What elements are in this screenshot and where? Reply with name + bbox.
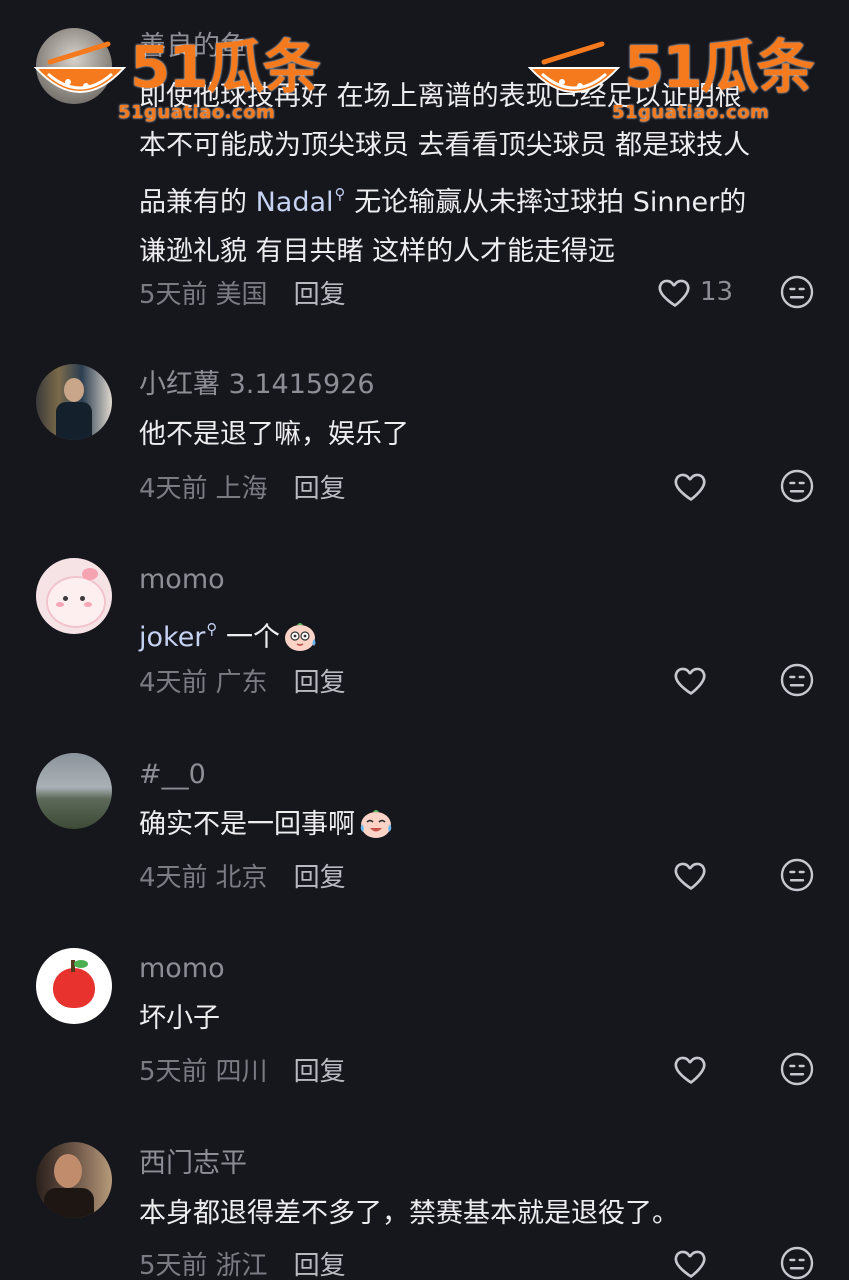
avatar[interactable] — [36, 558, 112, 634]
comment-meta: 5天前 浙江 回复 — [139, 1243, 346, 1280]
reply-button[interactable]: 回复 — [294, 857, 346, 894]
dislike-button[interactable] — [778, 466, 816, 506]
like-button[interactable] — [672, 1243, 710, 1280]
heart-icon — [674, 862, 706, 890]
comment-meta: 5天前 美国 回复 — [139, 272, 346, 312]
comment-time: 4天前 — [139, 473, 208, 504]
like-button[interactable] — [672, 466, 710, 506]
comment-text-tail: 一个 — [217, 622, 280, 653]
comment-line: 品兼有的 — [139, 187, 256, 218]
comment-time: 5天前 — [139, 1056, 208, 1087]
reply-button[interactable]: 回复 — [294, 468, 346, 505]
like-button[interactable]: 13 — [656, 272, 733, 312]
heart-icon — [674, 473, 706, 501]
comment-text: 确实不是一回事啊 — [139, 800, 819, 849]
comment-line: 品兼有的 Nadal⚲ 无论输赢从未摔过球拍 Sinner的 — [139, 170, 819, 227]
comment-location: 四川 — [215, 1056, 268, 1087]
comment-username[interactable]: #__0 — [139, 758, 206, 792]
comment-text: joker⚲ 一个 — [139, 605, 819, 662]
comment-meta: 4天前 广东 回复 — [139, 660, 346, 700]
meh-face-icon — [780, 469, 814, 503]
watermark-url: 51guatiao.com — [118, 102, 276, 123]
watermark-logo: 51瓜条 51guatiao.com — [524, 32, 815, 123]
avatar[interactable] — [36, 364, 112, 440]
watermark-brand: 51瓜条 — [624, 33, 815, 101]
heart-icon — [674, 1250, 706, 1278]
comment-text-main: 确实不是一回事啊 — [139, 809, 355, 840]
dislike-button[interactable] — [778, 1049, 816, 1089]
meh-face-icon — [780, 275, 814, 309]
like-button[interactable] — [672, 660, 710, 700]
mention-link[interactable]: Nadal — [256, 187, 334, 218]
comment-meta: 4天前 上海 回复 — [139, 466, 346, 506]
comment-location: 美国 — [215, 279, 268, 310]
dislike-button[interactable] — [778, 660, 816, 700]
avatar[interactable] — [36, 948, 112, 1024]
sweat-face-emoji — [285, 623, 316, 651]
meh-face-icon — [780, 1052, 814, 1086]
reply-button[interactable]: 回复 — [294, 1051, 346, 1088]
like-count: 13 — [700, 277, 734, 307]
comment-username[interactable]: momo — [139, 563, 225, 597]
comment-location: 浙江 — [215, 1250, 268, 1280]
comment-text: 坏小子 — [139, 1003, 220, 1034]
heart-icon — [674, 1056, 706, 1084]
comment-time: 5天前 — [139, 279, 208, 310]
comment-location: 上海 — [215, 473, 268, 504]
comment-username[interactable]: 西门志平 — [139, 1147, 247, 1181]
melon-icon — [527, 41, 621, 93]
reply-button[interactable]: 回复 — [294, 662, 346, 699]
watermark-brand: 51瓜条 — [130, 33, 321, 101]
avatar[interactable] — [36, 1142, 112, 1218]
comment-location: 广东 — [215, 667, 268, 698]
comment-line-tail: 无论输赢从未摔过球拍 Sinner的 — [345, 187, 747, 218]
reply-button[interactable]: 回复 — [294, 274, 346, 311]
search-icon: ⚲ — [334, 185, 346, 203]
comment-list: 善良的鱼 即使他球技再好 在场上离谱的表现已经足以证明根 本不可能成为顶尖球员 … — [0, 0, 849, 1280]
search-icon: ⚲ — [206, 620, 218, 638]
comment-username[interactable]: 小红薯 3.1415926 — [139, 368, 375, 402]
comment-text: 他不是退了嘛，娱乐了 — [139, 419, 409, 450]
comment-username[interactable]: momo — [139, 952, 225, 986]
meh-face-icon — [780, 858, 814, 892]
mention-link[interactable]: joker — [139, 622, 205, 653]
comment-meta: 5天前 四川 回复 — [139, 1049, 346, 1089]
crying-laugh-emoji — [360, 810, 392, 838]
comment-time: 4天前 — [139, 862, 208, 893]
dislike-button[interactable] — [778, 1243, 816, 1280]
meh-face-icon — [780, 663, 814, 697]
watermark-logo: 51瓜条 51guatiao.com — [30, 32, 321, 123]
comment-time: 4天前 — [139, 667, 208, 698]
dislike-button[interactable] — [778, 272, 816, 312]
like-button[interactable] — [672, 855, 710, 895]
avatar[interactable] — [36, 753, 112, 829]
meh-face-icon — [780, 1246, 814, 1280]
comment-time: 5天前 — [139, 1250, 208, 1280]
heart-icon — [674, 667, 706, 695]
melon-icon — [33, 41, 127, 93]
reply-button[interactable]: 回复 — [294, 1245, 346, 1280]
watermark-url: 51guatiao.com — [612, 102, 770, 123]
comment-meta: 4天前 北京 回复 — [139, 855, 346, 895]
dislike-button[interactable] — [778, 855, 816, 895]
like-button[interactable] — [672, 1049, 710, 1089]
comment-location: 北京 — [215, 862, 268, 893]
comment-text: 本身都退得差不多了，禁赛基本就是退役了。 — [139, 1198, 679, 1229]
comment-line: 谦逊礼貌 有目共睹 这样的人才能走得远 — [139, 236, 616, 267]
heart-icon — [658, 279, 690, 307]
comment-line: 本不可能成为顶尖球员 去看看顶尖球员 都是球技人 — [139, 130, 751, 161]
